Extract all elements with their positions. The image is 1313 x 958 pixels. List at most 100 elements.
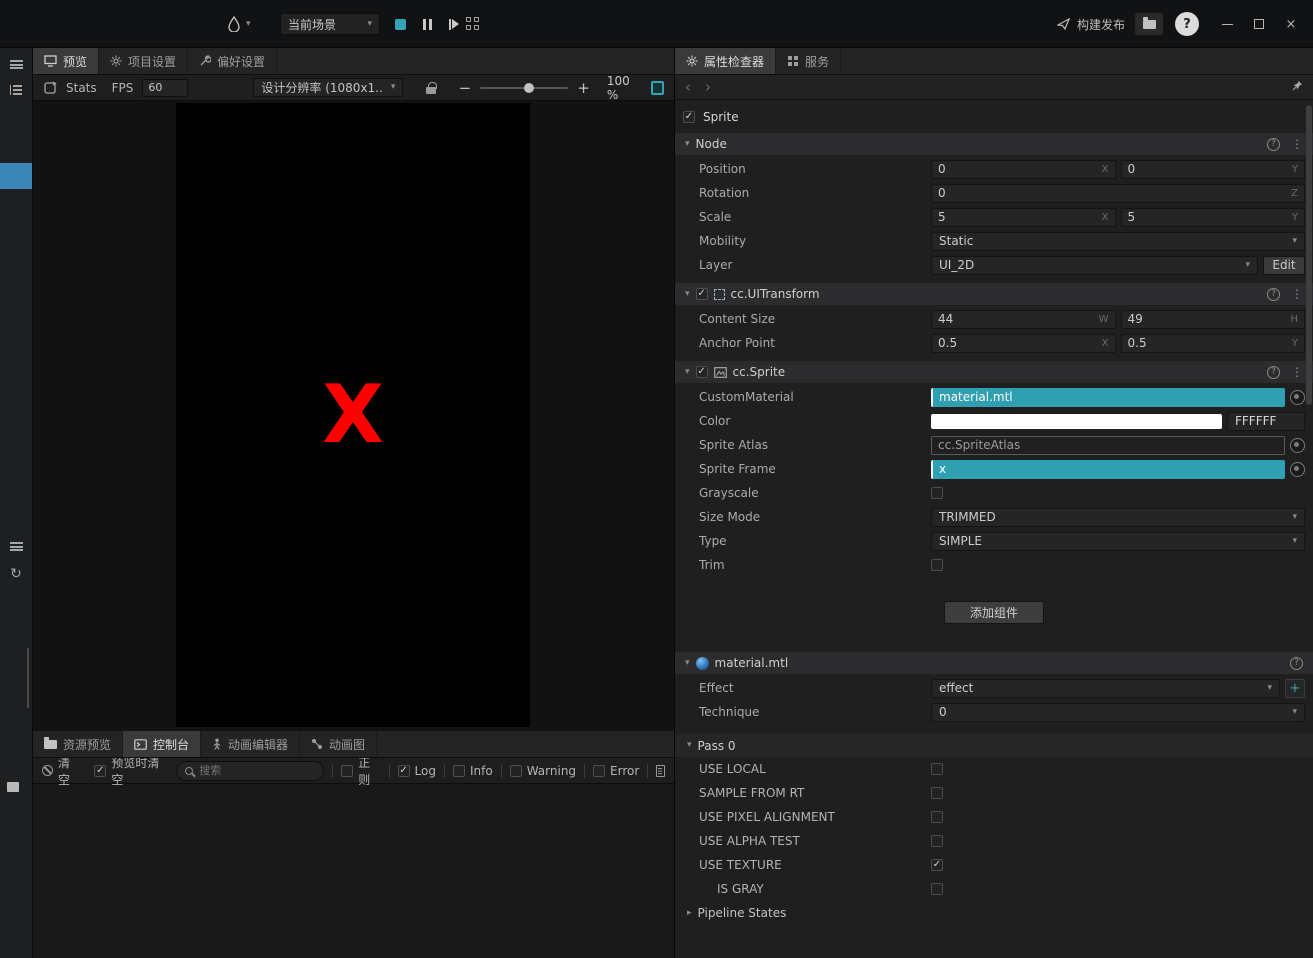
more-icon[interactable]: ⋮ — [1291, 287, 1303, 301]
content-size-h-input[interactable]: 49 H — [1120, 309, 1305, 329]
forward-button[interactable]: › — [705, 79, 711, 95]
tab-asset-preview[interactable]: 资源预览 — [33, 731, 124, 757]
uitransform-section-header[interactable]: ▾ cc.UITransform ? ⋮ — [675, 283, 1313, 305]
help-circle-icon[interactable]: ? — [1267, 137, 1280, 151]
search-input[interactable] — [199, 764, 316, 777]
sprite-enable-checkbox[interactable] — [695, 366, 708, 378]
collapse-chevron-icon[interactable]: ▾ — [685, 139, 690, 149]
tab-project-settings[interactable]: 项目设置 — [99, 48, 189, 74]
help-circle-icon[interactable]: ? — [1267, 365, 1280, 379]
strip-scrollbar[interactable] — [27, 648, 29, 708]
clear-button[interactable]: 清空 — [42, 754, 80, 788]
pin-button[interactable] — [1292, 80, 1303, 94]
tab-inspector[interactable]: 属性检查器 — [675, 48, 777, 74]
game-canvas[interactable]: X — [176, 103, 530, 727]
open-project-button[interactable] — [1135, 13, 1163, 35]
pause-button[interactable] — [415, 13, 439, 35]
warning-filter[interactable]: Warning — [509, 764, 576, 778]
tab-preferences[interactable]: 偏好设置 — [188, 48, 278, 74]
stats-toggle[interactable]: Stats — [66, 81, 97, 95]
scene-select[interactable]: 当前场景 ▾ — [280, 13, 380, 35]
log-checkbox[interactable] — [397, 764, 410, 777]
maximize-button[interactable] — [1245, 10, 1273, 38]
hierarchy-button[interactable] — [0, 85, 32, 95]
build-publish-button[interactable]: 构建发布 — [1056, 0, 1125, 48]
info-filter[interactable]: Info — [452, 764, 493, 778]
layer-select[interactable]: UI_2D ▾ — [931, 255, 1258, 275]
rotation-z-input[interactable]: 0 Z — [931, 183, 1305, 203]
help-button[interactable]: ? — [1175, 12, 1199, 36]
close-button[interactable]: × — [1277, 10, 1305, 38]
scene-mode-dropdown[interactable]: ▾ — [228, 0, 251, 48]
zoom-slider[interactable] — [480, 82, 569, 93]
collapse-chevron-icon[interactable]: ▾ — [687, 741, 692, 750]
zoom-slider-knob[interactable] — [524, 82, 535, 93]
more-icon[interactable]: ⋮ — [1291, 137, 1303, 151]
active-panel-indicator[interactable] — [0, 163, 32, 189]
technique-select[interactable]: 0 ▾ — [931, 702, 1305, 722]
scale-x-input[interactable]: 5 X — [931, 207, 1116, 227]
effect-select[interactable]: effect ▾ — [931, 678, 1280, 698]
play-button[interactable] — [388, 13, 412, 35]
clear-on-preview-checkbox[interactable] — [94, 764, 107, 777]
collapse-chevron-icon[interactable]: ▾ — [685, 658, 690, 668]
anchor-x-input[interactable]: 0.5 X — [931, 333, 1116, 353]
grayscale-checkbox[interactable] — [931, 487, 943, 499]
node-active-checkbox[interactable] — [683, 111, 695, 123]
tab-preview[interactable]: 预览 — [33, 48, 100, 74]
console-search[interactable] — [176, 760, 325, 781]
color-swatch[interactable] — [931, 413, 1222, 429]
resolution-select[interactable]: 设计分辨率 (1080x1... ▾ — [253, 78, 404, 97]
fullscreen-icon[interactable] — [650, 80, 664, 95]
trim-checkbox[interactable] — [931, 559, 943, 571]
log-filter[interactable]: Log — [397, 764, 436, 778]
is-gray-checkbox[interactable] — [931, 883, 943, 895]
add-effect-button[interactable]: + — [1285, 678, 1305, 698]
scale-y-input[interactable]: 5 Y — [1120, 207, 1305, 227]
layer-edit-button[interactable]: Edit — [1263, 255, 1305, 275]
content-size-w-input[interactable]: 44 W — [931, 309, 1116, 329]
info-checkbox[interactable] — [452, 764, 465, 777]
type-select[interactable]: SIMPLE ▾ — [931, 531, 1305, 551]
size-mode-select[interactable]: TRIMMED ▾ — [931, 507, 1305, 527]
error-filter[interactable]: Error — [593, 764, 639, 778]
tab-animation-editor[interactable]: 动画编辑器 — [201, 731, 301, 757]
panel-handle[interactable] — [7, 782, 19, 792]
use-pixel-alignment-checkbox[interactable] — [931, 811, 943, 823]
more-icon[interactable]: ⋮ — [1291, 365, 1303, 379]
layout-grid-icon[interactable] — [466, 17, 480, 31]
sprite-section-header[interactable]: ▾ cc.Sprite ? ⋮ — [675, 361, 1313, 383]
sprite-frame-field[interactable]: x — [931, 459, 1285, 479]
help-circle-icon[interactable]: ? — [1290, 656, 1303, 670]
anchor-y-input[interactable]: 0.5 Y — [1120, 333, 1305, 353]
back-button[interactable]: ‹ — [685, 79, 691, 95]
pass0-section-header[interactable]: ▾ Pass 0 — [675, 734, 1313, 757]
zoom-in-button[interactable]: + — [577, 79, 590, 97]
bottom-menu-button[interactable] — [0, 542, 32, 551]
inspector-scrollbar[interactable] — [1306, 105, 1312, 405]
color-hex-input[interactable]: FFFFFF — [1227, 411, 1305, 431]
warning-checkbox[interactable] — [509, 764, 522, 777]
export-log-icon[interactable] — [656, 764, 666, 777]
fps-input[interactable] — [142, 78, 189, 97]
asset-picker-icon[interactable] — [1290, 461, 1305, 477]
collapse-chevron-icon[interactable]: ▾ — [685, 367, 690, 377]
step-button[interactable] — [442, 13, 466, 35]
asset-picker-icon[interactable] — [1290, 437, 1305, 453]
mobility-select[interactable]: Static ▾ — [931, 231, 1305, 251]
minimize-button[interactable] — [1213, 10, 1241, 38]
node-section-header[interactable]: ▾ Node ? ⋮ — [675, 133, 1313, 155]
collapse-chevron-icon[interactable]: ▾ — [685, 289, 690, 299]
help-circle-icon[interactable]: ? — [1267, 287, 1280, 301]
tab-service[interactable]: 服务 — [776, 48, 842, 74]
position-y-input[interactable]: 0 Y — [1120, 159, 1305, 179]
position-x-input[interactable]: 0 X — [931, 159, 1116, 179]
regex-toggle[interactable]: 正则 — [341, 754, 380, 788]
lock-icon[interactable] — [426, 81, 438, 94]
uitransform-enable-checkbox[interactable] — [695, 288, 708, 300]
use-texture-checkbox[interactable] — [931, 859, 943, 871]
refresh-button[interactable]: ↻ — [0, 566, 32, 582]
material-section-header[interactable]: ▾ material.mtl ? — [675, 652, 1313, 674]
sample-from-rt-checkbox[interactable] — [931, 787, 943, 799]
asset-picker-icon[interactable] — [1290, 389, 1305, 405]
